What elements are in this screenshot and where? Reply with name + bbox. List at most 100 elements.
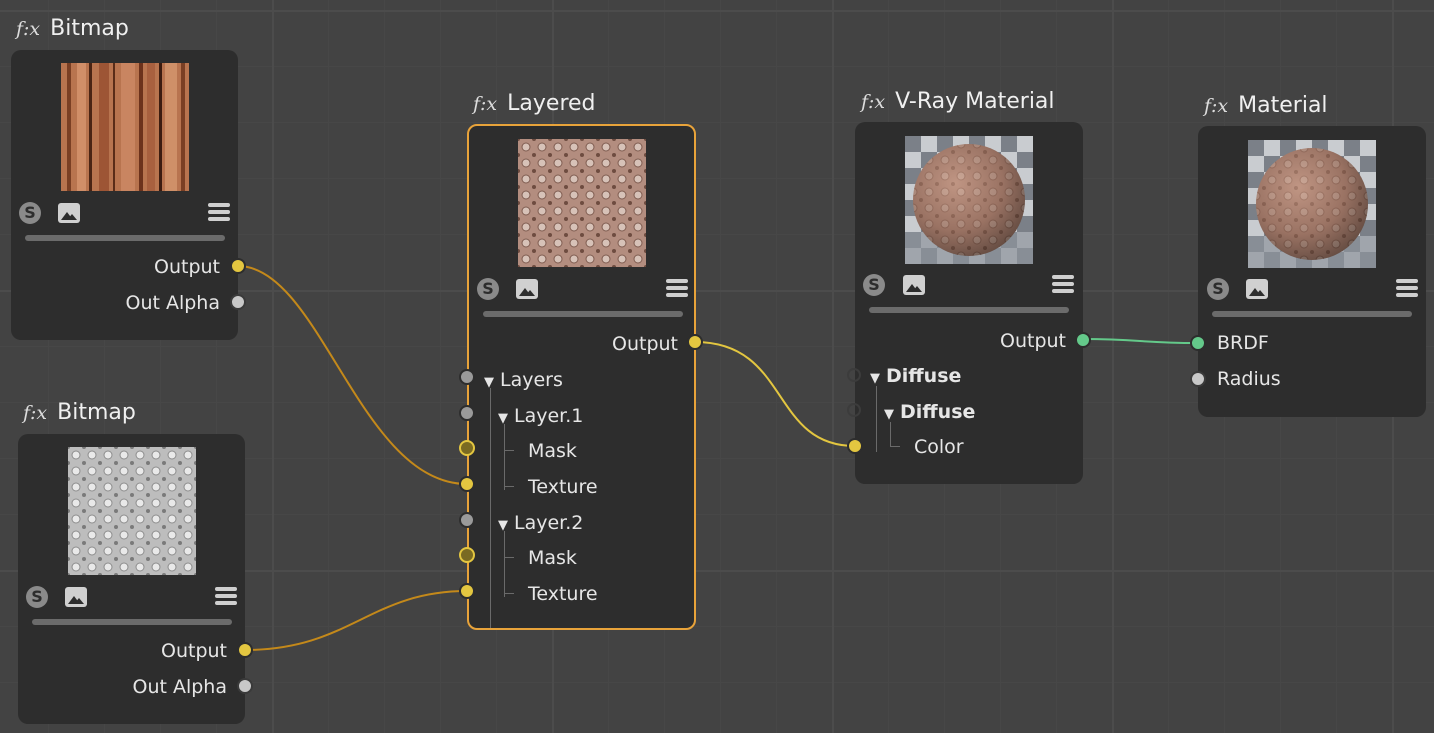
- port-output[interactable]: [687, 334, 703, 350]
- tree-line: [504, 450, 514, 451]
- node-title-text: V-Ray Material: [895, 89, 1055, 114]
- fx-icon: f:x: [861, 91, 886, 113]
- input-label-texture-1: Texture: [528, 476, 598, 498]
- bitmap-node-2[interactable]: S Output Out Alpha: [18, 434, 245, 724]
- port-label-output: Output: [154, 256, 220, 278]
- tree-line: [504, 486, 514, 487]
- image-icon[interactable]: [903, 275, 925, 295]
- port-layer2[interactable]: [459, 512, 475, 528]
- port-layer1[interactable]: [459, 405, 475, 421]
- input-label-brdf: BRDF: [1217, 332, 1269, 354]
- wood-texture-thumbnail: [61, 63, 189, 191]
- tree-line: [890, 422, 891, 446]
- bitmap-node-1[interactable]: S Output Out Alpha: [11, 50, 238, 340]
- port-out-alpha[interactable]: [237, 678, 253, 694]
- menu-icon[interactable]: [1052, 275, 1074, 295]
- layered-node-title: f:x Layered: [473, 90, 596, 118]
- tree-line: [876, 386, 877, 452]
- image-icon[interactable]: [1246, 279, 1268, 299]
- s-icon[interactable]: S: [477, 278, 499, 300]
- port-output[interactable]: [1075, 332, 1091, 348]
- port-radius[interactable]: [1190, 371, 1206, 387]
- layered-texture-thumbnail: [518, 139, 646, 267]
- port-label-output: Output: [161, 640, 227, 662]
- tree-line: [490, 388, 491, 628]
- fx-icon: f:x: [23, 402, 48, 424]
- tree-line: [504, 557, 514, 558]
- port-mask-1[interactable]: [459, 440, 475, 456]
- port-texture-2[interactable]: [459, 583, 475, 599]
- material-node-title: f:x Material: [1204, 92, 1328, 120]
- port-texture-1[interactable]: [459, 476, 475, 492]
- tree-line: [504, 424, 505, 490]
- progress-bar: [25, 235, 225, 241]
- expand-triangle-icon[interactable]: ▼: [484, 375, 494, 390]
- grey-pattern-thumbnail: [68, 447, 196, 575]
- expand-triangle-icon[interactable]: ▼: [870, 371, 880, 386]
- node-title-text: Layered: [507, 91, 596, 116]
- expand-triangle-icon[interactable]: ▼: [884, 407, 894, 422]
- material-node[interactable]: S BRDF Radius: [1198, 126, 1426, 417]
- menu-icon[interactable]: [1396, 279, 1418, 299]
- menu-icon[interactable]: [208, 203, 230, 223]
- layered-node[interactable]: S Output ▼ Layers ▼ Layer.1 Mask Texture ▼…: [467, 124, 696, 630]
- port-output[interactable]: [237, 642, 253, 658]
- progress-bar: [32, 619, 232, 625]
- progress-bar: [869, 307, 1069, 313]
- port-out-alpha[interactable]: [230, 294, 246, 310]
- sphere-preview-thumbnail: [905, 136, 1033, 264]
- expand-triangle-icon[interactable]: ▼: [498, 518, 508, 533]
- node-title-text: Material: [1238, 93, 1328, 118]
- port-layers[interactable]: [459, 369, 475, 385]
- input-label-mask-1: Mask: [528, 440, 577, 462]
- port-label-out-alpha: Out Alpha: [125, 292, 220, 314]
- menu-icon[interactable]: [666, 279, 688, 299]
- vray-material-node[interactable]: S Output ▼ Diffuse ▼ Diffuse Color: [855, 122, 1083, 484]
- input-label-diffuse-group: ▼ Diffuse: [870, 364, 961, 388]
- port-label-output: Output: [1000, 330, 1066, 352]
- input-label-texture-2: Texture: [528, 583, 598, 605]
- s-icon[interactable]: S: [26, 586, 48, 608]
- s-icon[interactable]: S: [863, 274, 885, 296]
- port-diffuse-sub[interactable]: [847, 403, 861, 417]
- input-label-radius: Radius: [1217, 368, 1281, 390]
- s-icon[interactable]: S: [19, 202, 41, 224]
- port-color[interactable]: [847, 438, 863, 454]
- expand-triangle-icon[interactable]: ▼: [498, 411, 508, 426]
- vray-node-title: f:x V-Ray Material: [861, 88, 1055, 116]
- progress-bar: [483, 311, 683, 317]
- node-title-text: Bitmap: [50, 16, 129, 41]
- image-icon[interactable]: [65, 587, 87, 607]
- image-icon[interactable]: [516, 279, 538, 299]
- port-output[interactable]: [230, 258, 246, 274]
- fx-icon: f:x: [16, 18, 41, 40]
- port-brdf[interactable]: [1190, 335, 1206, 351]
- port-label-output: Output: [612, 333, 678, 355]
- label-text: Layer.1: [514, 405, 584, 427]
- label-text: Diffuse: [900, 401, 976, 423]
- tree-line: [504, 593, 514, 594]
- tree-line: [504, 531, 505, 597]
- s-icon[interactable]: S: [1207, 278, 1229, 300]
- menu-icon[interactable]: [215, 587, 237, 607]
- progress-bar: [1212, 311, 1412, 317]
- input-label-layer1: ▼ Layer.1: [498, 404, 583, 428]
- input-label-mask-2: Mask: [528, 547, 577, 569]
- sphere-preview-thumbnail: [1248, 140, 1376, 268]
- fx-icon: f:x: [1204, 95, 1229, 117]
- fx-icon: f:x: [473, 93, 498, 115]
- node-title-text: Bitmap: [57, 400, 136, 425]
- label-text: Layers: [500, 369, 563, 391]
- label-text: Diffuse: [886, 365, 962, 387]
- input-label-layers: ▼ Layers: [484, 368, 563, 392]
- port-label-out-alpha: Out Alpha: [132, 676, 227, 698]
- input-label-color: Color: [914, 436, 964, 458]
- bitmap-node-2-title: f:x Bitmap: [23, 399, 136, 427]
- bitmap-node-1-title: f:x Bitmap: [16, 15, 129, 43]
- input-label-diffuse-sub: ▼ Diffuse: [884, 400, 975, 424]
- image-icon[interactable]: [58, 203, 80, 223]
- port-mask-2[interactable]: [459, 547, 475, 563]
- label-text: Layer.2: [514, 512, 584, 534]
- input-label-layer2: ▼ Layer.2: [498, 511, 583, 535]
- port-diffuse-group[interactable]: [847, 368, 861, 382]
